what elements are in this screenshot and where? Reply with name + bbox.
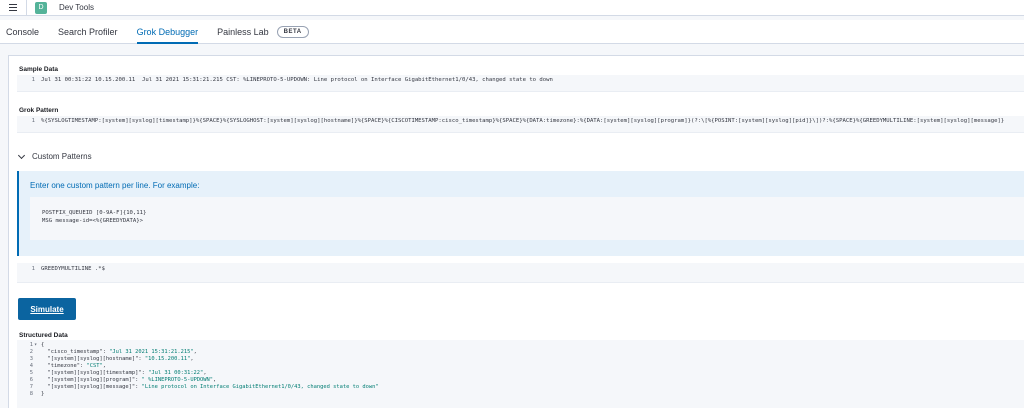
callout-title: Enter one custom pattern per line. For e… (30, 181, 200, 190)
breadcrumb-dev-tools[interactable]: Dev Tools (59, 3, 94, 12)
line-number: 4 (29, 363, 33, 369)
top-bar: D Dev Tools (0, 0, 1024, 16)
tab-search-profiler[interactable]: Search Profiler (58, 20, 118, 43)
simulate-button[interactable]: Simulate (18, 298, 76, 320)
custom-patterns-label: Custom Patterns (32, 152, 92, 161)
custom-patterns-text: GREEDYMULTILINE .*$ (41, 266, 105, 272)
line-number: 1 (31, 118, 35, 124)
custom-patterns-callout: Enter one custom pattern per line. For e… (17, 171, 1024, 256)
beta-badge: BETA (276, 25, 309, 38)
line-number: 5 (29, 370, 33, 376)
json-line-text: "timezone": "CST", (47, 363, 106, 369)
tab-grok-debugger[interactable]: Grok Debugger (136, 20, 198, 44)
json-line: 5 "[system][syslog][timestamp]": "Jul 31… (17, 370, 1024, 377)
fold-toggle-icon[interactable]: ▾ (34, 342, 37, 348)
json-line-text: "[system][syslog][message]": "Line proto… (47, 384, 379, 390)
json-line-text: } (41, 391, 45, 397)
json-line: 1 ▾ { (17, 342, 1024, 349)
json-line-text: "[system][syslog][program]": " %LINEPROT… (47, 377, 217, 383)
line-number: 7 (29, 384, 33, 390)
sample-data-text: Jul 31 00:31:22 10.15.200.11 Jul 31 2021… (41, 77, 553, 83)
divider (26, 0, 27, 16)
json-line: 4 "timezone": "CST", (17, 363, 1024, 370)
json-line-text: "cisco_timestamp": "Jul 31 2021 15:31:21… (47, 349, 197, 355)
tab-painless-lab[interactable]: Painless Lab BETA (217, 20, 309, 43)
json-line: 3 "[system][syslog][hostname]": "10.15.2… (17, 356, 1024, 363)
line-number: 6 (29, 377, 33, 383)
json-line-text: { (41, 342, 45, 348)
tab-painless-lab-label: Painless Lab (217, 26, 269, 37)
example-line: POSTFIX_QUEUEID [0-9A-F]{10,11} (42, 210, 147, 216)
json-line: 6 "[system][syslog][program]": " %LINEPR… (17, 377, 1024, 384)
grok-pattern-label: Grok Pattern (19, 107, 59, 114)
app-badge[interactable]: D (35, 1, 47, 14)
tab-console[interactable]: Console (6, 20, 39, 43)
json-line-text: "[system][syslog][timestamp]": "Jul 31 0… (47, 370, 207, 376)
grok-pattern-editor[interactable]: 1 %{SYSLOGTIMESTAMP:[system][syslog][tim… (17, 116, 1024, 133)
example-line: MSG message-id=<%{GREEDYDATA}> (42, 218, 144, 224)
structured-data-output: 1 ▾ {2 "cisco_timestamp": "Jul 31 2021 15:… (17, 340, 1024, 408)
line-number: 3 (29, 356, 33, 362)
menu-icon[interactable] (4, 0, 22, 16)
line-number: 1 (31, 266, 35, 272)
sample-data-editor[interactable]: 1 Jul 31 00:31:22 10.15.200.11 Jul 31 20… (17, 75, 1024, 92)
line-number: 8 (29, 391, 33, 397)
chevron-down-icon (17, 151, 26, 159)
json-line: 8} (17, 391, 1024, 398)
tab-bar: Console Search Profiler Grok Debugger Pa… (0, 20, 1024, 44)
custom-patterns-editor[interactable]: 1 GREEDYMULTILINE .*$ (17, 263, 1024, 283)
structured-data-label: Structured Data (19, 332, 68, 339)
sample-data-label: Sample Data (19, 66, 59, 73)
line-number: 1 (31, 77, 35, 83)
line-number: 1 (29, 342, 33, 348)
callout-example-code: POSTFIX_QUEUEID [0-9A-F]{10,11} MSG messa… (30, 197, 1024, 240)
json-line-text: "[system][syslog][hostname]": "10.15.200… (47, 356, 194, 362)
line-number: 2 (29, 349, 33, 355)
json-line: 7 "[system][syslog][message]": "Line pro… (17, 384, 1024, 391)
json-line: 2 "cisco_timestamp": "Jul 31 2021 15:31:… (17, 349, 1024, 356)
custom-patterns-toggle[interactable]: Custom Patterns (17, 151, 92, 161)
grok-pattern-text: %{SYSLOGTIMESTAMP:[system][syslog][times… (41, 118, 1005, 124)
